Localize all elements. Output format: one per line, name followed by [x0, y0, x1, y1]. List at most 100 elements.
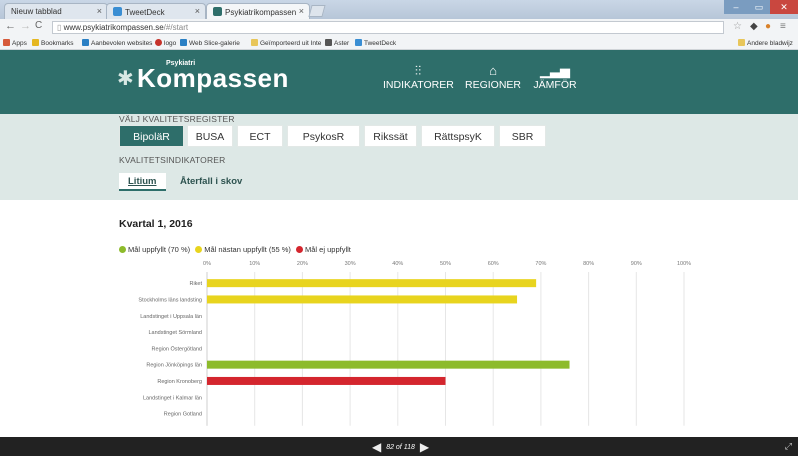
other-bookmarks[interactable]: Andere bladwijz — [738, 39, 793, 47]
register-psykosr[interactable]: PsykosR — [287, 125, 360, 147]
window-close-icon[interactable]: ✕ — [770, 0, 798, 14]
legend-swatch — [296, 246, 304, 253]
site-header: ✱ Psykiatri Kompassen ⫶⫶ INDIKATORER ⌂ R… — [0, 50, 798, 114]
star-icon[interactable]: ☆ — [733, 21, 742, 32]
pager: ◀ 82 of 118 ▶ — [372, 440, 429, 454]
new-tab-button[interactable] — [308, 5, 326, 17]
register-busa[interactable]: BUSA — [187, 125, 233, 147]
address-bar[interactable]: ▯ www.psykiatrikompassen.se/#/start — [52, 21, 724, 34]
reload-icon[interactable]: C — [35, 20, 42, 31]
browser-tab[interactable]: TweetDeck × — [106, 3, 206, 19]
x-tick-label: 0% — [203, 261, 211, 267]
menu-icon[interactable]: ≡ — [780, 21, 786, 32]
tab-title: Psykiatrikompassen — [225, 8, 297, 17]
aster-icon — [325, 39, 332, 46]
page-icon: ▯ — [57, 23, 64, 32]
nav-label: INDIKATORER — [383, 79, 454, 91]
register-bipolar[interactable]: BipoläR — [119, 125, 184, 147]
bookmark-tweetdeck[interactable]: TweetDeck — [355, 39, 396, 47]
logo-icon — [155, 39, 162, 46]
x-tick-label: 10% — [249, 261, 260, 267]
prev-page-icon[interactable]: ◀ — [372, 440, 381, 454]
folder-icon — [251, 39, 258, 46]
register-sbr[interactable]: SBR — [499, 125, 546, 147]
star-icon — [32, 39, 39, 46]
close-icon[interactable]: × — [195, 6, 200, 16]
apps-icon — [3, 39, 10, 46]
close-icon[interactable]: × — [97, 6, 102, 16]
category-label: Region Kronoberg — [157, 379, 202, 385]
site-logo[interactable]: ✱ Psykiatri Kompassen — [117, 59, 289, 94]
tab-litium[interactable]: Litium — [119, 173, 166, 191]
legend-item-not-met[interactable]: Mål ej uppfyllt — [296, 245, 351, 254]
register-rattspsyk[interactable]: RättspsyK — [421, 125, 495, 147]
tweetdeck-icon — [355, 39, 362, 46]
next-page-icon[interactable]: ▶ — [420, 440, 429, 454]
close-icon[interactable]: × — [299, 6, 304, 16]
bar[interactable] — [207, 279, 537, 288]
chrome-extension-icon[interactable]: ● — [765, 21, 771, 32]
nav-regioner[interactable]: ⌂ REGIONER — [463, 63, 523, 91]
browser-tab[interactable]: Nieuw tabblad × — [4, 3, 108, 19]
browser-tab-active[interactable]: Psykiatrikompassen × — [206, 3, 310, 19]
bookmark-web-slice[interactable]: Web Slice-galerie — [180, 39, 240, 47]
chart-legend: Mål uppfyllt (70 %) Mål nästan uppfyllt … — [119, 245, 354, 254]
bookmarks-bar: Apps Bookmarks Aanbevolen websites logo … — [0, 36, 798, 50]
category-label: Region Gotland — [164, 412, 202, 418]
nav-label: REGIONER — [464, 79, 521, 91]
url-host: www.psykiatrikompassen.se — [63, 23, 164, 32]
bar[interactable] — [207, 360, 570, 369]
legend-item-nearly-met[interactable]: Mål nästan uppfyllt (55 %) — [195, 245, 291, 254]
indicator-section-label: KVALITETSINDIKATORER — [119, 155, 226, 165]
nav-jamfor[interactable]: ▁▃▅ JÄMFÖR — [530, 63, 580, 91]
pager-bar: ◀ 82 of 118 ▶ ⤢ — [0, 437, 798, 456]
bar[interactable] — [207, 376, 446, 385]
back-icon[interactable]: ← — [5, 20, 16, 32]
category-label: Landstinget i Uppsala län — [140, 314, 202, 320]
bookmark-folder[interactable]: Geïmporteerd uit Inte — [251, 39, 321, 47]
tab-aterfall-i-skov[interactable]: Återfall i skov — [180, 173, 242, 191]
expand-icon[interactable]: ⤢ — [785, 441, 792, 452]
maximize-icon[interactable]: ▭ — [748, 0, 770, 14]
browser-toolbar: ← → C ▯ www.psykiatrikompassen.se/#/star… — [0, 19, 798, 36]
x-tick-label: 20% — [297, 261, 308, 267]
category-label: Region Jönköpings län — [146, 363, 202, 369]
bookmark-aanbevolen[interactable]: Aanbevolen websites — [82, 39, 152, 47]
folder-icon — [738, 39, 745, 46]
minimize-icon[interactable]: – — [724, 0, 748, 14]
tweetdeck-icon — [113, 7, 122, 16]
x-tick-label: 80% — [583, 261, 594, 267]
bar-chart: 0% 10% 20% 30% 40% 50% 60% 70% 80% 90% 100% Riket St… — [138, 261, 691, 426]
bookmark-apps[interactable]: Apps — [3, 39, 27, 47]
x-tick-label: 30% — [345, 261, 356, 267]
building-icon: ⌂ — [489, 63, 497, 78]
selector-panel: VÄLJ KVALITETSREGISTER BipoläR BUSA ECT … — [0, 114, 798, 200]
forward-icon[interactable]: → — [20, 20, 31, 32]
url-path: /#/start — [163, 23, 189, 32]
browser-tab-strip: Nieuw tabblad × TweetDeck × Psykiatrikom… — [0, 0, 798, 19]
period-title: Kvartal 1, 2016 — [119, 218, 193, 230]
category-label: Region Östergötland — [152, 345, 202, 352]
category-label: Stockholms läns landsting — [138, 297, 202, 303]
register-ect[interactable]: ECT — [237, 125, 283, 147]
extension-icon[interactable]: ◆ — [750, 21, 758, 32]
tab-title: TweetDeck — [125, 8, 165, 17]
legend-item-met[interactable]: Mål uppfyllt (70 %) — [119, 245, 190, 254]
x-tick-label: 70% — [535, 261, 546, 267]
nav-label: JÄMFÖR — [533, 79, 577, 91]
nav-indikatorer[interactable]: ⫶⫶ INDIKATORER — [383, 63, 454, 91]
register-section-label: VÄLJ KVALITETSREGISTER — [119, 114, 235, 124]
bookmark-aster[interactable]: Aster — [325, 39, 349, 47]
bar[interactable] — [207, 295, 518, 304]
category-label: Landstinget i Kalmar län — [143, 395, 202, 401]
logo-title: Kompassen — [137, 63, 289, 93]
x-tick-label: 90% — [631, 261, 642, 267]
bing-icon — [82, 39, 89, 46]
legend-swatch — [119, 246, 126, 253]
register-rikssat[interactable]: Rikssät — [364, 125, 417, 147]
sliders-icon: ⫶⫶ — [414, 63, 422, 78]
x-tick-label: 50% — [440, 261, 451, 267]
bookmark-logo[interactable]: logo — [155, 39, 176, 47]
web-slice-icon — [180, 39, 187, 46]
bookmark-bookmarks[interactable]: Bookmarks — [32, 39, 74, 47]
